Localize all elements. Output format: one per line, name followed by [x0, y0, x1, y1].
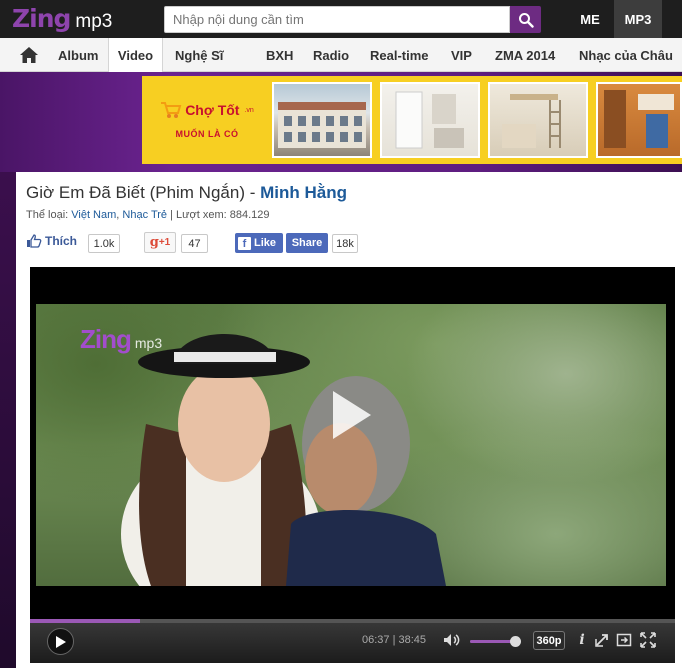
- progress-fill: [30, 619, 141, 623]
- progress-bar[interactable]: [30, 619, 675, 623]
- nav-item-video[interactable]: Video: [108, 38, 163, 73]
- volume-knob[interactable]: [510, 636, 522, 647]
- category-link-viet-nam[interactable]: Việt Nam: [71, 209, 116, 221]
- like-count: 1.0k: [88, 234, 120, 253]
- video-title: Giờ Em Đã Biết (Phim Ngắn): [26, 183, 245, 202]
- facebook-like-button[interactable]: f Like: [235, 233, 283, 253]
- ad-tagline: MUỐN LÀ CÓ: [175, 129, 239, 139]
- top-bar: Zing mp3 ME MP3: [0, 0, 682, 38]
- fullscreen-button[interactable]: [639, 631, 657, 649]
- ad-photo-room-3: [596, 82, 682, 158]
- video-content-panel: Giờ Em Đã Biết (Phim Ngắn) - Minh Hằng T…: [16, 172, 682, 668]
- video-frame[interactable]: Zing mp3: [36, 304, 666, 586]
- play-icon: [55, 635, 66, 648]
- share-icon: [595, 634, 608, 647]
- quality-button[interactable]: 360p: [533, 631, 565, 650]
- info-icon: i: [579, 632, 585, 648]
- time-display: 06:37 | 38:45: [362, 634, 427, 646]
- facebook-share-button[interactable]: Share: [286, 233, 328, 253]
- play-button[interactable]: [47, 628, 74, 655]
- ad-photo-building: [272, 82, 372, 158]
- volume-button[interactable]: [443, 631, 461, 649]
- thumbs-up-icon: [27, 234, 42, 248]
- play-overlay-icon[interactable]: [331, 389, 373, 441]
- search-button[interactable]: [510, 6, 541, 33]
- ad-photo-room-2: [488, 82, 588, 158]
- logo-brand: Zing: [12, 4, 71, 33]
- video-meta: Thể loại: Việt Nam, Nhạc Trẻ | Lượt xem:…: [26, 209, 270, 221]
- watermark-brand: Zing: [80, 324, 132, 354]
- zing-mp3-logo[interactable]: Zing mp3: [12, 4, 112, 34]
- info-button[interactable]: i: [573, 631, 591, 649]
- nav-home[interactable]: [10, 38, 48, 72]
- current-time: 06:37: [362, 634, 390, 646]
- zing-like-button[interactable]: Thích: [26, 234, 77, 248]
- ad-brand: Chợ Tốt: [185, 102, 240, 118]
- home-icon: [20, 47, 38, 63]
- player-controls: 06:37 | 38:45 360p i: [30, 619, 675, 663]
- artist-link[interactable]: Minh Hằng: [260, 183, 347, 202]
- like-label: Thích: [45, 234, 77, 248]
- volume-icon: [444, 634, 460, 646]
- nav-item-zma-2014[interactable]: ZMA 2014: [495, 38, 555, 72]
- title-separator: -: [244, 183, 261, 202]
- volume-slider[interactable]: [470, 636, 522, 647]
- search-icon: [518, 12, 534, 28]
- nav-item-nghe-si[interactable]: Nghệ Sĩ: [175, 38, 223, 72]
- popout-icon: [616, 633, 632, 647]
- volume-fill: [470, 640, 516, 643]
- ad-brand-suffix: .vn: [244, 106, 254, 114]
- gplus-icon: g: [149, 235, 159, 250]
- facebook-icon: f: [238, 236, 251, 250]
- ad-logo-card: Chợ Tốt .vn MUỐN LÀ CÓ: [148, 82, 266, 158]
- fb-like-label: Like: [254, 237, 277, 249]
- gplus-button[interactable]: g +1: [144, 232, 176, 253]
- nav-item-nhac-cua-chau[interactable]: Nhạc của Châu: [579, 38, 673, 72]
- gplus-count: 47: [181, 234, 208, 253]
- nav-item-album[interactable]: Album: [58, 38, 98, 72]
- page-side-background: [0, 172, 16, 668]
- popout-button[interactable]: [615, 631, 633, 649]
- nav-item-radio[interactable]: Radio: [313, 38, 349, 72]
- shopping-cart-icon: [161, 102, 182, 118]
- gplus-label: +1: [158, 237, 171, 248]
- category-label: Thể loại:: [26, 209, 72, 221]
- main-nav: Album Video Nghệ Sĩ BXH Radio Real-time …: [0, 38, 682, 73]
- logo-product: mp3: [75, 11, 113, 32]
- fullscreen-icon: [640, 632, 656, 648]
- video-title-line: Giờ Em Đã Biết (Phim Ngắn) - Minh Hằng: [26, 183, 347, 203]
- nav-item-bxh[interactable]: BXH: [266, 38, 293, 72]
- category-link-nhac-tre[interactable]: Nhạc Trẻ: [122, 209, 167, 221]
- tab-mp3[interactable]: MP3: [614, 0, 662, 38]
- social-buttons: Thích 1.0k g +1 47 f Like Share 18k: [26, 232, 426, 254]
- search-input[interactable]: [164, 6, 510, 33]
- ad-background: Chợ Tốt .vn MUỐN LÀ CÓ: [0, 72, 682, 172]
- video-player[interactable]: Zing mp3 06:37 | 38:45 360p i: [30, 267, 675, 663]
- nav-item-vip[interactable]: VIP: [451, 38, 472, 72]
- views-label: | Lượt xem:: [167, 209, 230, 221]
- ad-photo-room-1: [380, 82, 480, 158]
- share-button[interactable]: [593, 631, 611, 649]
- view-count: 884.129: [229, 209, 270, 221]
- tab-me[interactable]: ME: [566, 0, 614, 38]
- watermark-product: mp3: [134, 335, 163, 351]
- facebook-count: 18k: [332, 234, 358, 253]
- total-time: 38:45: [398, 634, 427, 646]
- nav-item-real-time[interactable]: Real-time: [370, 38, 429, 72]
- video-watermark: Zing mp3: [80, 324, 162, 355]
- ad-banner[interactable]: Chợ Tốt .vn MUỐN LÀ CÓ: [142, 76, 682, 164]
